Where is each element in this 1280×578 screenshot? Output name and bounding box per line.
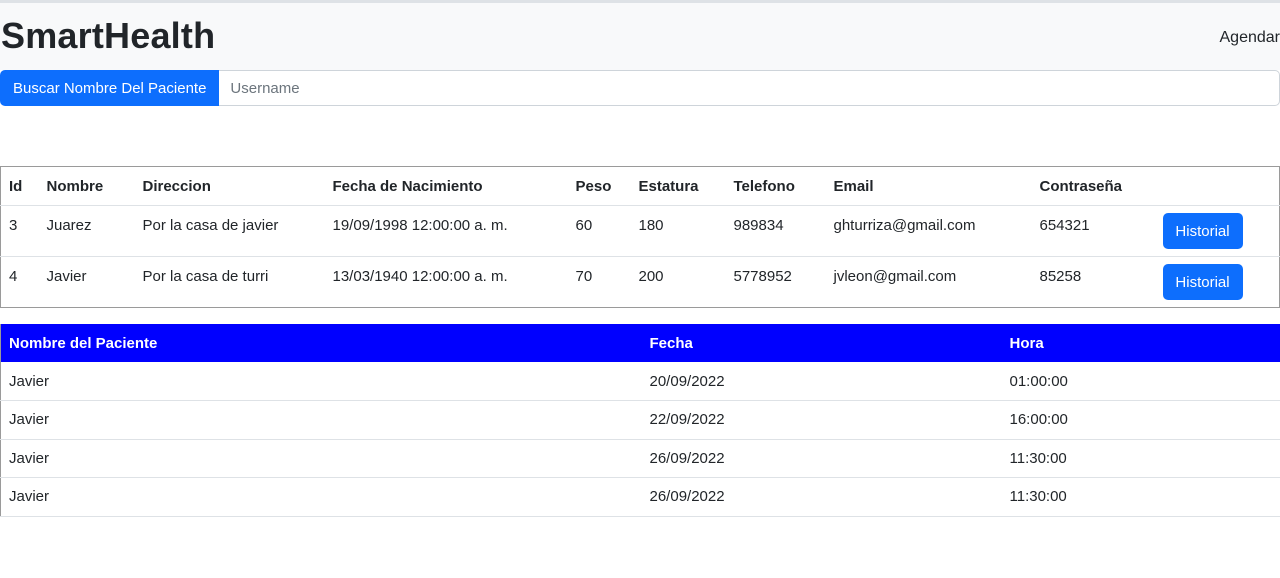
cell-peso: 70 <box>575 268 593 285</box>
header-hora: Hora <box>1009 334 1044 352</box>
cell-nombre-paciente: Javier <box>0 400 642 440</box>
cell-fecha: 20/09/2022 <box>641 362 1002 401</box>
cell-estatura: 200 <box>638 268 664 285</box>
cell-nombre: Juarez <box>38 205 135 257</box>
patients-table: Id Nombre Direccion Fecha de Nacimiento … <box>0 166 1280 308</box>
cell-direccion: Por la casa de javier <box>134 205 325 257</box>
historial-button[interactable]: Historial <box>1162 213 1243 249</box>
cell-id: 3 <box>0 205 39 257</box>
cell-contrasena: 85258 <box>1039 268 1082 285</box>
navbar: SmartHealth Agendar <box>0 0 1280 70</box>
table-row: 4 Javier Por la casa de turri 13/03/1940… <box>1 257 1280 308</box>
header-estatura: Estatura <box>630 166 726 206</box>
cell-fecha: 19/09/1998 12:00:00 a. m. <box>324 205 568 257</box>
cell-fecha: 26/09/2022 <box>641 439 1002 478</box>
header-contrasena: Contraseña <box>1031 166 1155 206</box>
header-email: Email <box>825 166 1032 206</box>
cell-email: ghturriza@gmail.com <box>825 205 1032 257</box>
cell-telefono: 989834 <box>725 205 826 257</box>
cell-fecha: 26/09/2022 <box>641 477 1002 517</box>
table-row: 3 Juarez Por la casa de javier 19/09/199… <box>0 205 1280 257</box>
username-input[interactable] <box>219 70 1280 106</box>
search-group: Buscar Nombre Del Paciente <box>0 70 1280 106</box>
cell-contrasena: 654321 <box>1031 205 1155 257</box>
header-fecha-nacimiento: Fecha de Nacimiento <box>324 166 568 206</box>
cell-telefono: 5778952 <box>733 268 792 285</box>
cell-hora: 11:30:00 <box>1001 477 1280 517</box>
cell-estatura: 180 <box>630 205 726 257</box>
search-button[interactable]: Buscar Nombre Del Paciente <box>0 70 220 106</box>
header-actions <box>1154 166 1280 206</box>
cell-fecha: 13/03/1940 12:00:00 a. m. <box>332 268 508 285</box>
header-telefono: Telefono <box>725 166 826 206</box>
cell-peso: 60 <box>567 205 631 257</box>
table-row: Javier 26/09/2022 11:30:00 <box>0 477 1280 517</box>
table-row: Javier 20/09/2022 01:00:00 <box>0 362 1280 401</box>
cell-hora: 11:30:00 <box>1001 439 1280 478</box>
nav-link-agendar[interactable]: Agendar <box>1220 29 1280 47</box>
header-peso: Peso <box>567 166 631 206</box>
cell-direccion: Por la casa de turri <box>142 268 269 285</box>
cell-hora: 16:00:00 <box>1001 400 1280 440</box>
cell-fecha: 22/09/2022 <box>641 400 1002 440</box>
table-row: Javier 26/09/2022 11:30:00 <box>0 439 1280 478</box>
cell-nombre-paciente: Javier <box>0 362 642 401</box>
brand-title[interactable]: SmartHealth <box>1 15 215 57</box>
cell-email: jvleon@gmail.com <box>833 268 957 285</box>
cell-id: 4 <box>9 268 18 285</box>
header-fecha: Fecha <box>649 334 693 352</box>
appointments-header-row: Nombre del Paciente Fecha Hora <box>0 324 1280 362</box>
header-id: Id <box>0 166 39 206</box>
cell-nombre-paciente: Javier <box>0 439 642 478</box>
cell-hora: 01:00:00 <box>1001 362 1280 401</box>
historial-button[interactable]: Historial <box>1162 264 1243 300</box>
patients-header-row: Id Nombre Direccion Fecha de Nacimiento … <box>0 166 1280 206</box>
cell-nombre: Javier <box>46 268 87 285</box>
cell-actions: Historial <box>1155 257 1280 308</box>
header-direccion: Direccion <box>134 166 325 206</box>
cell-actions: Historial <box>1154 205 1280 257</box>
header-nombre-paciente: Nombre del Paciente <box>9 334 158 352</box>
cell-nombre-paciente: Javier <box>0 477 642 517</box>
appointments-table: Nombre del Paciente Fecha Hora Javier 20… <box>0 324 1280 517</box>
table-row: Javier 22/09/2022 16:00:00 <box>0 400 1280 440</box>
header-nombre: Nombre <box>38 166 135 206</box>
